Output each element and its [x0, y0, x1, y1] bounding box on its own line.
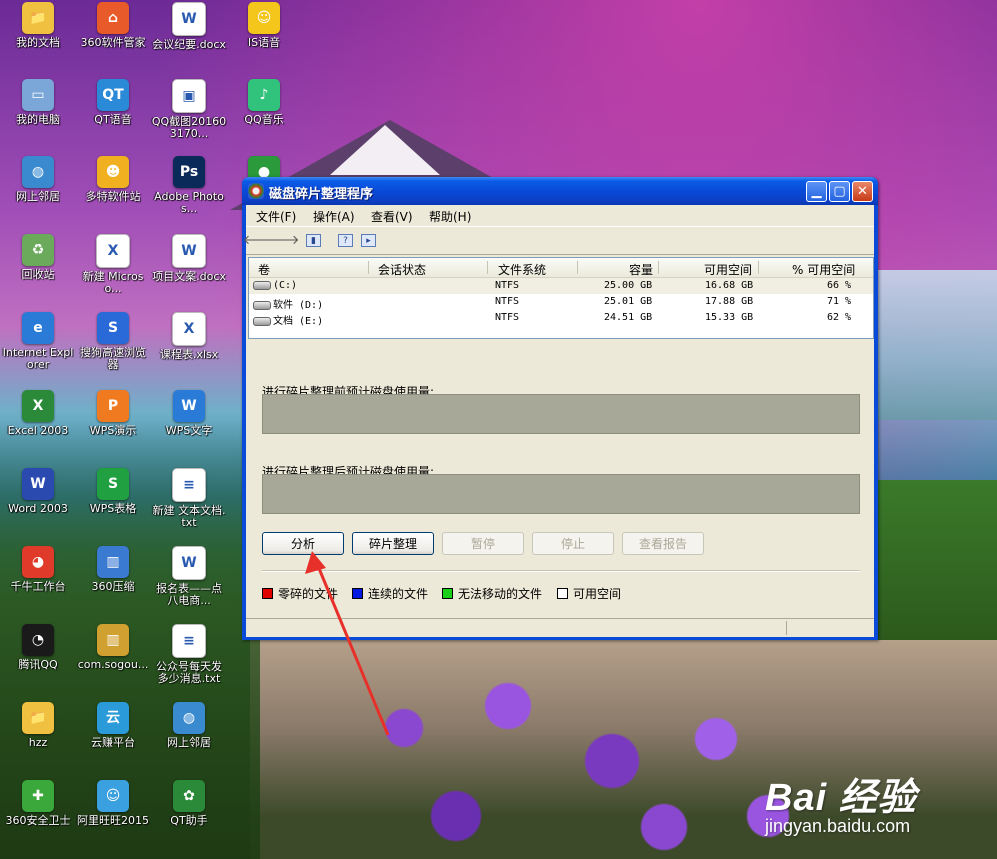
arrow-head: [305, 551, 326, 574]
arrow-shaft: [316, 565, 390, 736]
watermark-url: jingyan.baidu.com: [765, 816, 911, 836]
red-annotation-arrow: [305, 551, 390, 736]
watermark-brand: Bai 经验: [765, 777, 917, 819]
baidu-watermark: Bai 经验 jingyan.baidu.com: [765, 766, 985, 840]
